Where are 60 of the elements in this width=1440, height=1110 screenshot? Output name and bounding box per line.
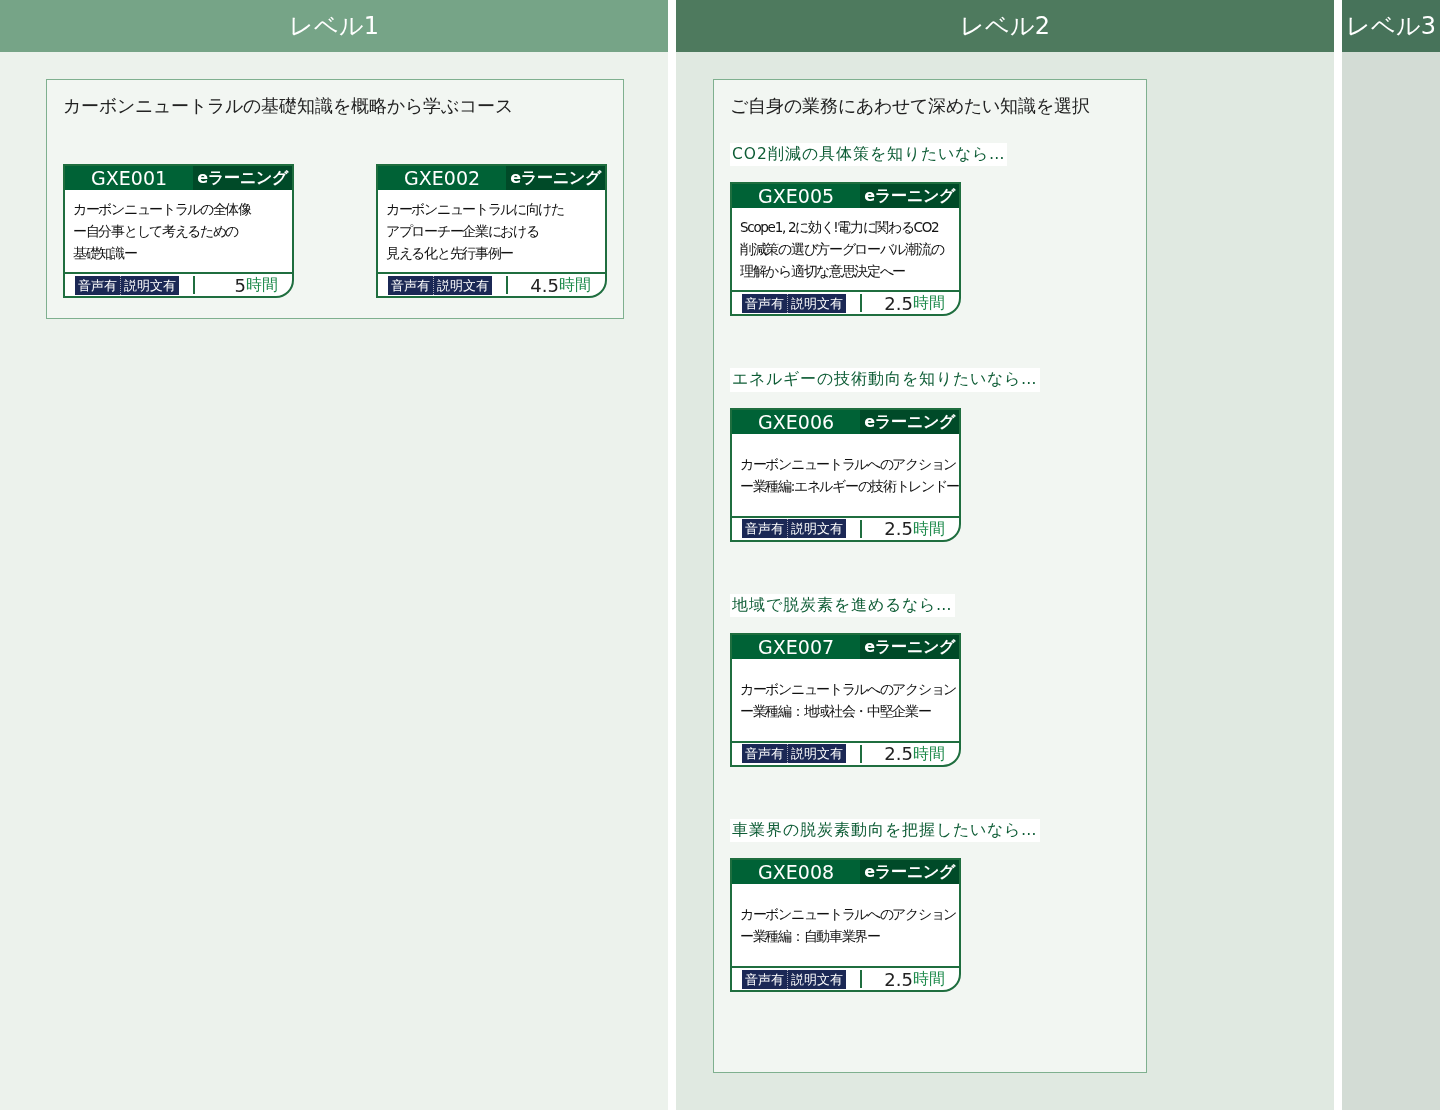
feature-tag: 説明文有	[433, 275, 492, 295]
course-code: GXE007	[757, 634, 836, 659]
course-code: GXE005	[757, 184, 836, 209]
course-hours: 2.5	[884, 517, 913, 541]
level-header: レベル3	[1342, 0, 1440, 52]
course-type: eラーニング	[860, 184, 959, 209]
feature-tag: 音声有	[742, 293, 787, 313]
course-title-line: アプローチー企業における	[386, 222, 539, 241]
feature-tag: 説明文有	[787, 744, 846, 764]
feature-tag: 音声有	[742, 969, 787, 989]
feature-tag: 説明文有	[787, 519, 846, 538]
course-title-line: 削減策の選び方ーグローバル潮流の	[740, 240, 944, 260]
hours-unit: 時間	[559, 274, 591, 296]
course-title-line: カーボンニュートラルへのアクション	[740, 454, 956, 474]
hours-unit: 時間	[913, 292, 945, 315]
course-hours: 2.5	[884, 291, 913, 316]
course-title-line: 基礎知識ー	[73, 244, 137, 263]
course-type: eラーニング	[860, 409, 959, 434]
course-type: eラーニング	[860, 634, 959, 659]
hours-unit: 時間	[246, 274, 278, 296]
group-title: カーボンニュートラルの基礎知識を概略から学ぶコース	[63, 94, 514, 118]
feature-tag: 説明文有	[787, 293, 846, 313]
hours-unit: 時間	[913, 517, 945, 540]
course-hours: 2.5	[884, 742, 913, 767]
feature-tag: 音声有	[75, 275, 120, 295]
course-code: GXE006	[757, 409, 836, 434]
course-type: eラーニング	[506, 166, 605, 190]
hours-unit: 時間	[913, 968, 945, 990]
hours-unit: 時間	[913, 742, 945, 765]
course-code: GXE001	[90, 166, 169, 190]
course-title-line: ー業種編：地域社会・中堅企業ー	[740, 701, 931, 721]
course-type: eラーニング	[193, 166, 292, 190]
feature-tag: 音声有	[742, 744, 787, 764]
course-hours: 2.5	[884, 967, 913, 992]
course-title-line: カーボンニュートラルに向けた	[386, 200, 564, 219]
level-header: レベル2	[676, 0, 1334, 52]
feature-tag: 音声有	[742, 519, 787, 538]
course-type: eラーニング	[860, 860, 959, 884]
level-header: レベル1	[0, 0, 668, 52]
group-title: ご自身の業務にあわせて深めたい知識を選択	[730, 94, 1091, 118]
section-prompt: 車業界の脱炭素動向を把握したいなら…	[730, 818, 1040, 842]
feature-tag: 説明文有	[120, 275, 179, 295]
course-hours: 4.5	[530, 273, 559, 298]
course-title-line: 見える化と先行事例ー	[386, 244, 513, 263]
course-title-line: 理解から適切な意思決定へー	[740, 262, 906, 282]
course-title-line: カーボンニュートラルへのアクション	[740, 679, 956, 699]
course-code: GXE008	[757, 860, 836, 884]
section-prompt: CO2削減の具体策を知りたいなら…	[730, 143, 1008, 167]
course-title-line: ー業種編：自動車業界ー	[740, 927, 880, 946]
section-prompt: 地域で脱炭素を進めるなら…	[730, 593, 955, 617]
course-hours: 5	[234, 273, 246, 298]
course-title-line: Scope1, 2に効く!電力に関わるCO2	[740, 218, 939, 238]
course-title-line: ー自分事として考えるための	[73, 222, 239, 241]
course-title-line: カーボンニュートラルの全体像	[73, 200, 251, 219]
course-code: GXE002	[403, 166, 482, 190]
course-title-line: ー業種編:エネルギーの技術トレンドー	[740, 476, 960, 496]
course-title-line: カーボンニュートラルへのアクション	[740, 905, 956, 924]
feature-tag: 説明文有	[787, 969, 846, 989]
section-prompt: エネルギーの技術動向を知りたいなら…	[730, 368, 1040, 392]
feature-tag: 音声有	[388, 275, 433, 295]
